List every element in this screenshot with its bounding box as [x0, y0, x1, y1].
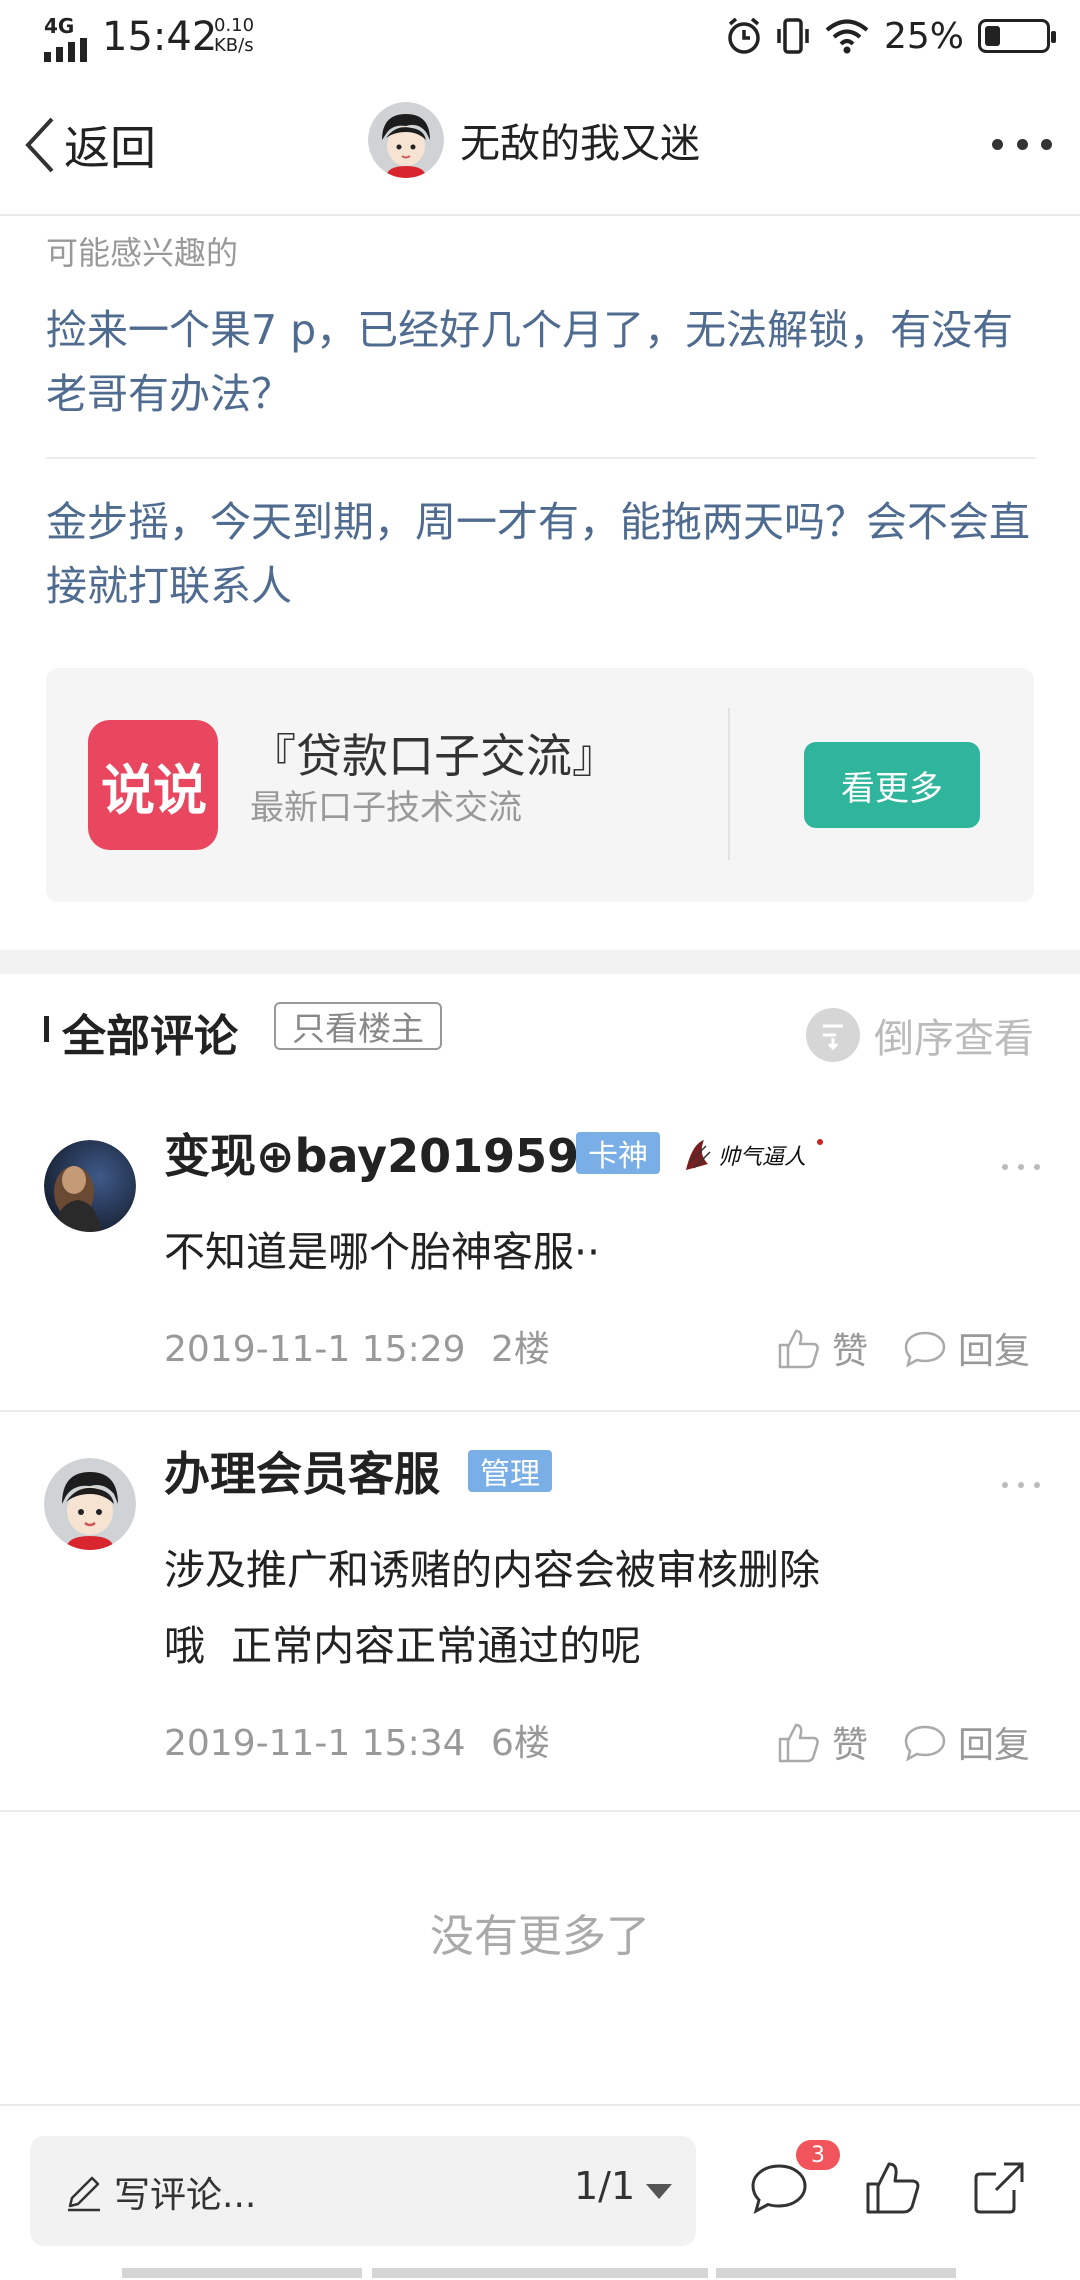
- status-time: 15:42: [102, 14, 218, 60]
- forum-title: 『贷款口子交流』: [250, 729, 618, 783]
- page-title: 无敌的我又迷: [460, 121, 700, 167]
- reply-button[interactable]: 回复: [902, 1322, 1030, 1374]
- author-avatar[interactable]: [368, 102, 444, 178]
- author-info[interactable]: 无敌的我又迷: [368, 102, 700, 178]
- chat-bubble-icon: [904, 1331, 946, 1368]
- top-navbar: 返回 无敌的我又迷: [0, 72, 1080, 216]
- status-right: 25%: [726, 14, 1056, 58]
- caret-down-icon[interactable]: [646, 2184, 672, 2199]
- dot: [1016, 138, 1028, 150]
- like-label: 赞: [832, 1331, 869, 1372]
- share-icon[interactable]: [968, 2156, 1030, 2218]
- like-button[interactable]: 赞: [776, 1716, 868, 1768]
- signal-icon: [44, 38, 87, 62]
- thumbs-up-icon: [778, 1723, 819, 1763]
- speed-value: 0.10: [214, 15, 255, 36]
- comment-floor: 6楼: [490, 1723, 550, 1764]
- user-badge: 管理: [468, 1450, 552, 1492]
- divider: [46, 457, 1036, 459]
- see-more-button[interactable]: 看更多: [804, 742, 980, 828]
- comments-header: 全部评论 只看楼主 倒序查看: [0, 990, 1080, 1066]
- page-indicator[interactable]: 1/1: [574, 2164, 635, 2208]
- write-comment-input[interactable]: 写评论... 1/1: [30, 2136, 696, 2246]
- chevron-left-icon: [25, 117, 54, 173]
- network-speed: 0.10 KB/s: [214, 16, 254, 56]
- bottom-action-bar: 写评论... 1/1 3: [0, 2104, 1080, 2280]
- network-type: 4G: [44, 14, 75, 38]
- comment-item: 变现⊕bay201959 卡神 帅气逼人 不知道是哪个胎神客服·· 2019-1…: [0, 1120, 1080, 1412]
- comment-more-button[interactable]: [1002, 1164, 1040, 1172]
- divider: [728, 708, 730, 860]
- forum-promo-card[interactable]: 说说 『贷款口子交流』 最新口子技术交流 看更多: [46, 668, 1034, 902]
- chat-bubble-icon: [904, 1725, 946, 1762]
- comment-date: 2019-11-1 15:34: [164, 1723, 466, 1764]
- commenter-avatar[interactable]: [44, 1140, 136, 1232]
- only-op-toggle[interactable]: 只看楼主: [274, 1002, 442, 1050]
- end-of-list-text: 没有更多了: [430, 1911, 650, 1962]
- comment-text: 不知道是哪个胎神客服··: [164, 1228, 601, 1276]
- reply-label: 回复: [958, 1725, 1031, 1766]
- reverse-order-label: 倒序查看: [874, 1016, 1034, 1062]
- pencil-icon: [68, 2176, 100, 2212]
- commenter-name[interactable]: 变现⊕bay201959: [164, 1120, 579, 1186]
- thumbs-up-icon: [778, 1329, 819, 1369]
- back-button[interactable]: 返回: [22, 112, 156, 178]
- battery-fill: [985, 26, 1000, 46]
- battery-percent: 25%: [883, 15, 964, 57]
- comments-title: 全部评论: [62, 1011, 238, 1062]
- recommended-post-link[interactable]: 金步摇，今天到期，周一才有，能拖两天吗？会不会直接就打联系人: [46, 490, 1036, 618]
- commenter-name[interactable]: 办理会员客服: [164, 1438, 440, 1504]
- comment-text-line: 涉及推广和诱赌的内容会被审核删除: [164, 1546, 820, 1594]
- more-options-button[interactable]: [992, 134, 1052, 154]
- speed-unit: KB/s: [214, 35, 254, 56]
- forum-logo: 说说: [88, 720, 218, 850]
- reverse-order-button[interactable]: 倒序查看: [806, 1006, 1034, 1064]
- back-label: 返回: [64, 121, 156, 175]
- dot: [992, 138, 1003, 150]
- signature-text: 帅气逼人: [718, 1145, 806, 1170]
- reply-button[interactable]: 回复: [902, 1716, 1030, 1768]
- dot: [1041, 138, 1052, 150]
- like-label: 赞: [832, 1725, 869, 1766]
- signature-image: 帅气逼人: [686, 1139, 823, 1170]
- wifi-icon: [825, 19, 869, 54]
- nav-gesture-bar: [716, 2268, 956, 2278]
- comment-more-button[interactable]: [1002, 1482, 1040, 1490]
- status-bar: 4G 15:42 0.10 KB/s 25%: [0, 0, 1080, 72]
- recommended-post-link[interactable]: 捡来一个果7 p，已经好几个月了，无法解锁，有没有老哥有办法？: [46, 298, 1036, 426]
- interest-section-title: 可能感兴趣的: [46, 234, 239, 272]
- comment-text-line: 哦 正常内容正常通过的呢: [164, 1622, 642, 1670]
- comment-meta: 2019-11-1 15:29 2楼: [164, 1320, 550, 1372]
- nav-gesture-bar: [372, 2268, 708, 2278]
- user-badge: 卡神: [576, 1132, 660, 1174]
- like-button[interactable]: 赞: [776, 1322, 868, 1374]
- sort-icon: [806, 1008, 860, 1062]
- comment-item: 办理会员客服 管理 涉及推广和诱赌的内容会被审核删除 哦 正常内容正常通过的呢 …: [0, 1438, 1080, 1812]
- cartoon-avatar-icon: [368, 102, 444, 178]
- cartoon-avatar-icon: [44, 1458, 136, 1550]
- comment-date: 2019-11-1 15:29: [164, 1329, 466, 1370]
- comment-text: 涉及推广和诱赌的内容会被审核删除 哦 正常内容正常通过的呢: [164, 1532, 984, 1684]
- write-comment-placeholder: 写评论...: [114, 2175, 257, 2216]
- battery-icon: [978, 19, 1056, 53]
- comment-count-badge: 3: [796, 2140, 840, 2170]
- vibrate-icon: [777, 18, 809, 54]
- commenter-avatar[interactable]: [44, 1458, 136, 1550]
- reply-label: 回复: [958, 1331, 1031, 1372]
- forum-subtitle: 最新口子技术交流: [250, 788, 522, 828]
- section-divider: [0, 950, 1080, 974]
- alarm-icon: [728, 17, 760, 54]
- nav-gesture-bar: [122, 2268, 362, 2278]
- photo-avatar-icon: [44, 1140, 136, 1232]
- thumbs-up-icon[interactable]: [862, 2156, 924, 2218]
- section-marker: [44, 1016, 49, 1042]
- comment-meta: 2019-11-1 15:34 6楼: [164, 1714, 550, 1766]
- comment-floor: 2楼: [490, 1329, 550, 1370]
